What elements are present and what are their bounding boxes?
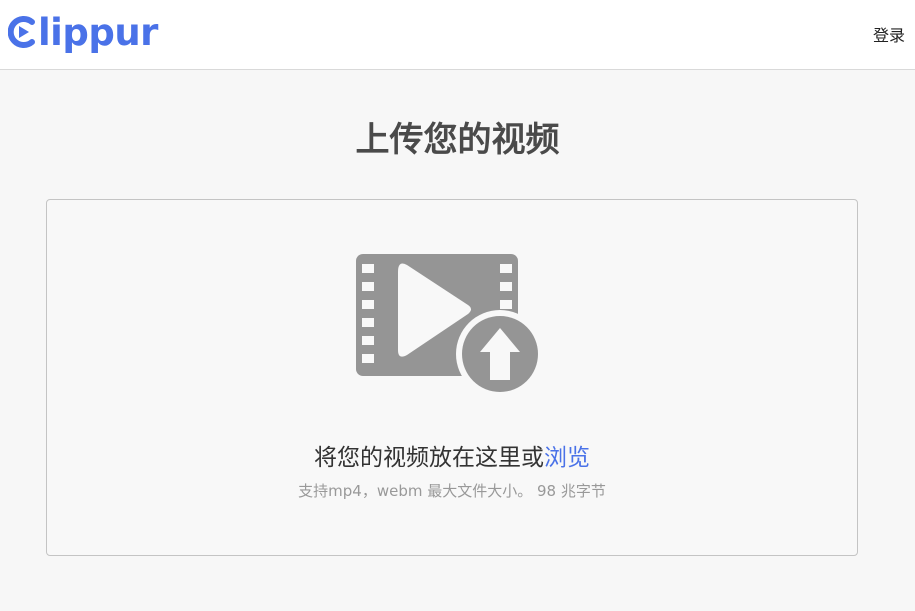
login-link[interactable]: 登录 (873, 22, 905, 46)
browse-link[interactable]: 浏览 (544, 445, 590, 471)
clippur-logo[interactable]: lippur (8, 8, 158, 56)
video-dropzone[interactable]: 将您的视频放在这里或浏览 支持mp4，webm 最大文件大小。 98 兆字节 (46, 199, 858, 556)
top-header: lippur 登录 (0, 0, 915, 70)
logo-text: lippur (38, 10, 158, 54)
play-c-logo-icon (8, 16, 35, 48)
drop-prompt: 将您的视频放在这里或浏览 (47, 438, 857, 472)
drop-prompt-text: 将您的视频放在这里或 (314, 445, 544, 471)
file-format-hint: 支持mp4，webm 最大文件大小。 98 兆字节 (298, 482, 606, 500)
video-upload-icon (356, 254, 542, 398)
page-title: 上传您的视频 (355, 120, 560, 160)
